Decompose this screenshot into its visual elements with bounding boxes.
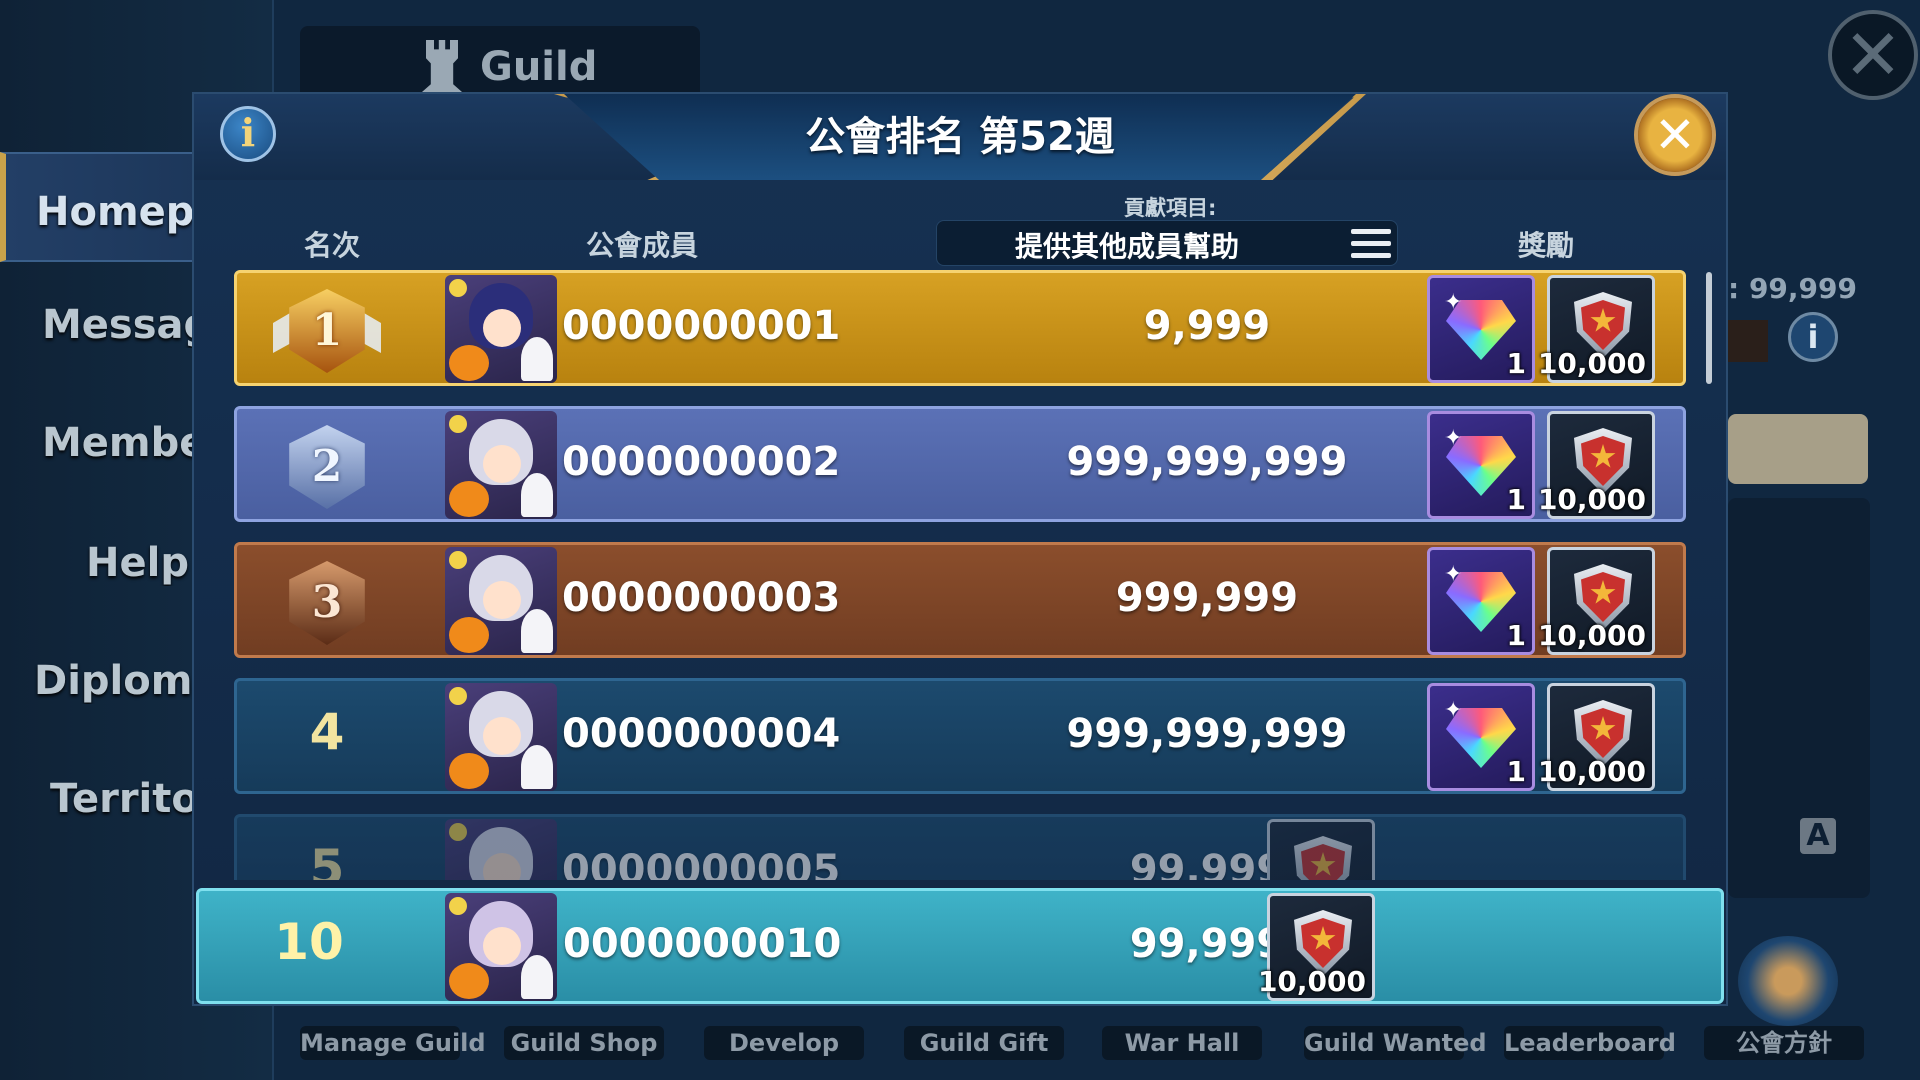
guild-gift-button[interactable]: Guild Gift [904,1026,1064,1060]
dialog-title: 公會排名 第52週 [805,114,1115,160]
menu-icon[interactable] [1351,229,1391,259]
sidebar-item-label: Help [86,540,189,586]
ranking-row[interactable]: 2 0000000002 999,999,999 ✦ 1 10,000 [234,406,1686,522]
gem-reward-icon[interactable]: ✦ 1 [1427,547,1535,655]
develop-button[interactable]: Develop [704,1026,864,1060]
resource-value: : 99,999 [1728,272,1857,305]
reward-quantity: 1 [1506,755,1526,788]
resource-bar [1728,320,1768,362]
member-id: 0000000005 [562,847,841,880]
member-avatar[interactable] [445,819,557,880]
background-panel-box [1728,414,1868,484]
ranking-row[interactable]: 4 0000000004 999,999,999 ✦ 1 10,000 [234,678,1686,794]
shield-reward-icon[interactable]: 10,000 [1538,683,1655,791]
shield-reward-icon[interactable]: 10,000 [1538,547,1655,655]
contribution-value: 999,999,999 [1066,439,1348,485]
war-hall-button[interactable]: War Hall [1102,1026,1262,1060]
rank-1-badge-icon: 1 [289,289,365,373]
shield-reward-icon[interactable]: 10,000 [1258,893,1375,1001]
contribution-value: 9,999 [1143,303,1271,349]
ranking-row[interactable]: 5 0000000005 99,999 [234,814,1686,880]
contribution-value: 999,999,999 [1066,711,1348,757]
member-avatar[interactable] [445,893,557,1001]
member-avatar[interactable] [445,275,557,383]
member-avatar[interactable] [445,547,557,655]
rank-2-badge-icon: 2 [289,425,365,509]
gem-reward-icon[interactable]: ✦ 1 [1427,683,1535,791]
shield-reward-icon[interactable]: 10,000 [1538,275,1655,383]
member-id: 0000000004 [562,711,841,757]
member-id: 0000000010 [563,921,842,967]
member-id: 0000000002 [562,439,841,485]
rank-column-header: 名次 [304,229,361,262]
my-guild-row[interactable]: 10 0000000010 99,999 10,000 [196,888,1724,1004]
guild-wanted-button[interactable]: Guild Wanted [1304,1026,1487,1060]
rank-3-badge-icon: 3 [289,561,365,645]
rank-number: 5 [309,839,345,880]
reward-quantity: 1 [1506,619,1526,652]
gem-reward-icon[interactable]: ✦ 1 [1427,411,1535,519]
tab-guild-label: Guild [480,44,598,90]
shield-reward-icon[interactable] [1267,819,1375,880]
ranking-row[interactable]: 3 0000000003 999,999 ✦ 1 10,000 [234,542,1686,658]
member-column-header: 公會成員 [586,229,699,262]
reward-quantity: 10,000 [1537,755,1646,788]
ranking-list[interactable]: 1 0000000001 9,999 ✦ 1 10,000 2 000000000… [234,270,1694,880]
guild-shop-button[interactable]: Guild Shop [504,1026,664,1060]
reward-column-header: 獎勵 [1518,229,1575,262]
close-button[interactable]: ✕ [1634,94,1716,176]
contribution-value: 99,999 [1129,847,1285,880]
scroll-icon[interactable] [1738,936,1838,1026]
reward-quantity: 10,000 [1257,965,1366,998]
background-close-icon[interactable]: ✕ [1828,10,1918,100]
scrollbar[interactable] [1706,272,1712,384]
member-id: 0000000001 [562,303,841,349]
gem-reward-icon[interactable]: ✦ 1 [1427,275,1535,383]
manage-guild-button[interactable]: Manage Guild [300,1026,486,1060]
contribution-selected: 提供其他成員幫助 [1014,230,1239,263]
reward-quantity: 1 [1506,483,1526,516]
guild-policy-button[interactable]: 公會方針 [1704,1026,1864,1060]
info-button[interactable]: i [220,106,276,162]
reward-quantity: 10,000 [1537,483,1646,516]
member-avatar[interactable] [445,683,557,791]
rank-number: 4 [309,703,345,761]
reward-quantity: 10,000 [1537,347,1646,380]
reward-quantity: 1 [1506,347,1526,380]
leaderboard-button[interactable]: Leaderboard [1504,1026,1676,1060]
contribution-value: 99,999 [1129,921,1285,967]
contribution-label: 貢獻項目: [1124,196,1217,220]
guild-ranking-dialog: 公會排名 第52週 i ✕ 名次 公會成員 貢獻項目: 提供其他成員幫助 獎勵 … [192,92,1728,1006]
shield-reward-icon[interactable]: 10,000 [1538,411,1655,519]
reward-quantity: 10,000 [1537,619,1646,652]
member-id: 0000000003 [562,575,841,621]
info-icon[interactable]: i [1788,312,1838,362]
rank-number: 10 [274,913,344,971]
translate-icon[interactable]: A [1800,818,1836,854]
background-side-panel [1728,498,1870,898]
contribution-selector[interactable]: 提供其他成員幫助 [936,220,1398,266]
member-avatar[interactable] [445,411,557,519]
tower-icon [422,40,462,92]
ranking-row[interactable]: 1 0000000001 9,999 ✦ 1 10,000 [234,270,1686,386]
contribution-value: 999,999 [1115,575,1299,621]
